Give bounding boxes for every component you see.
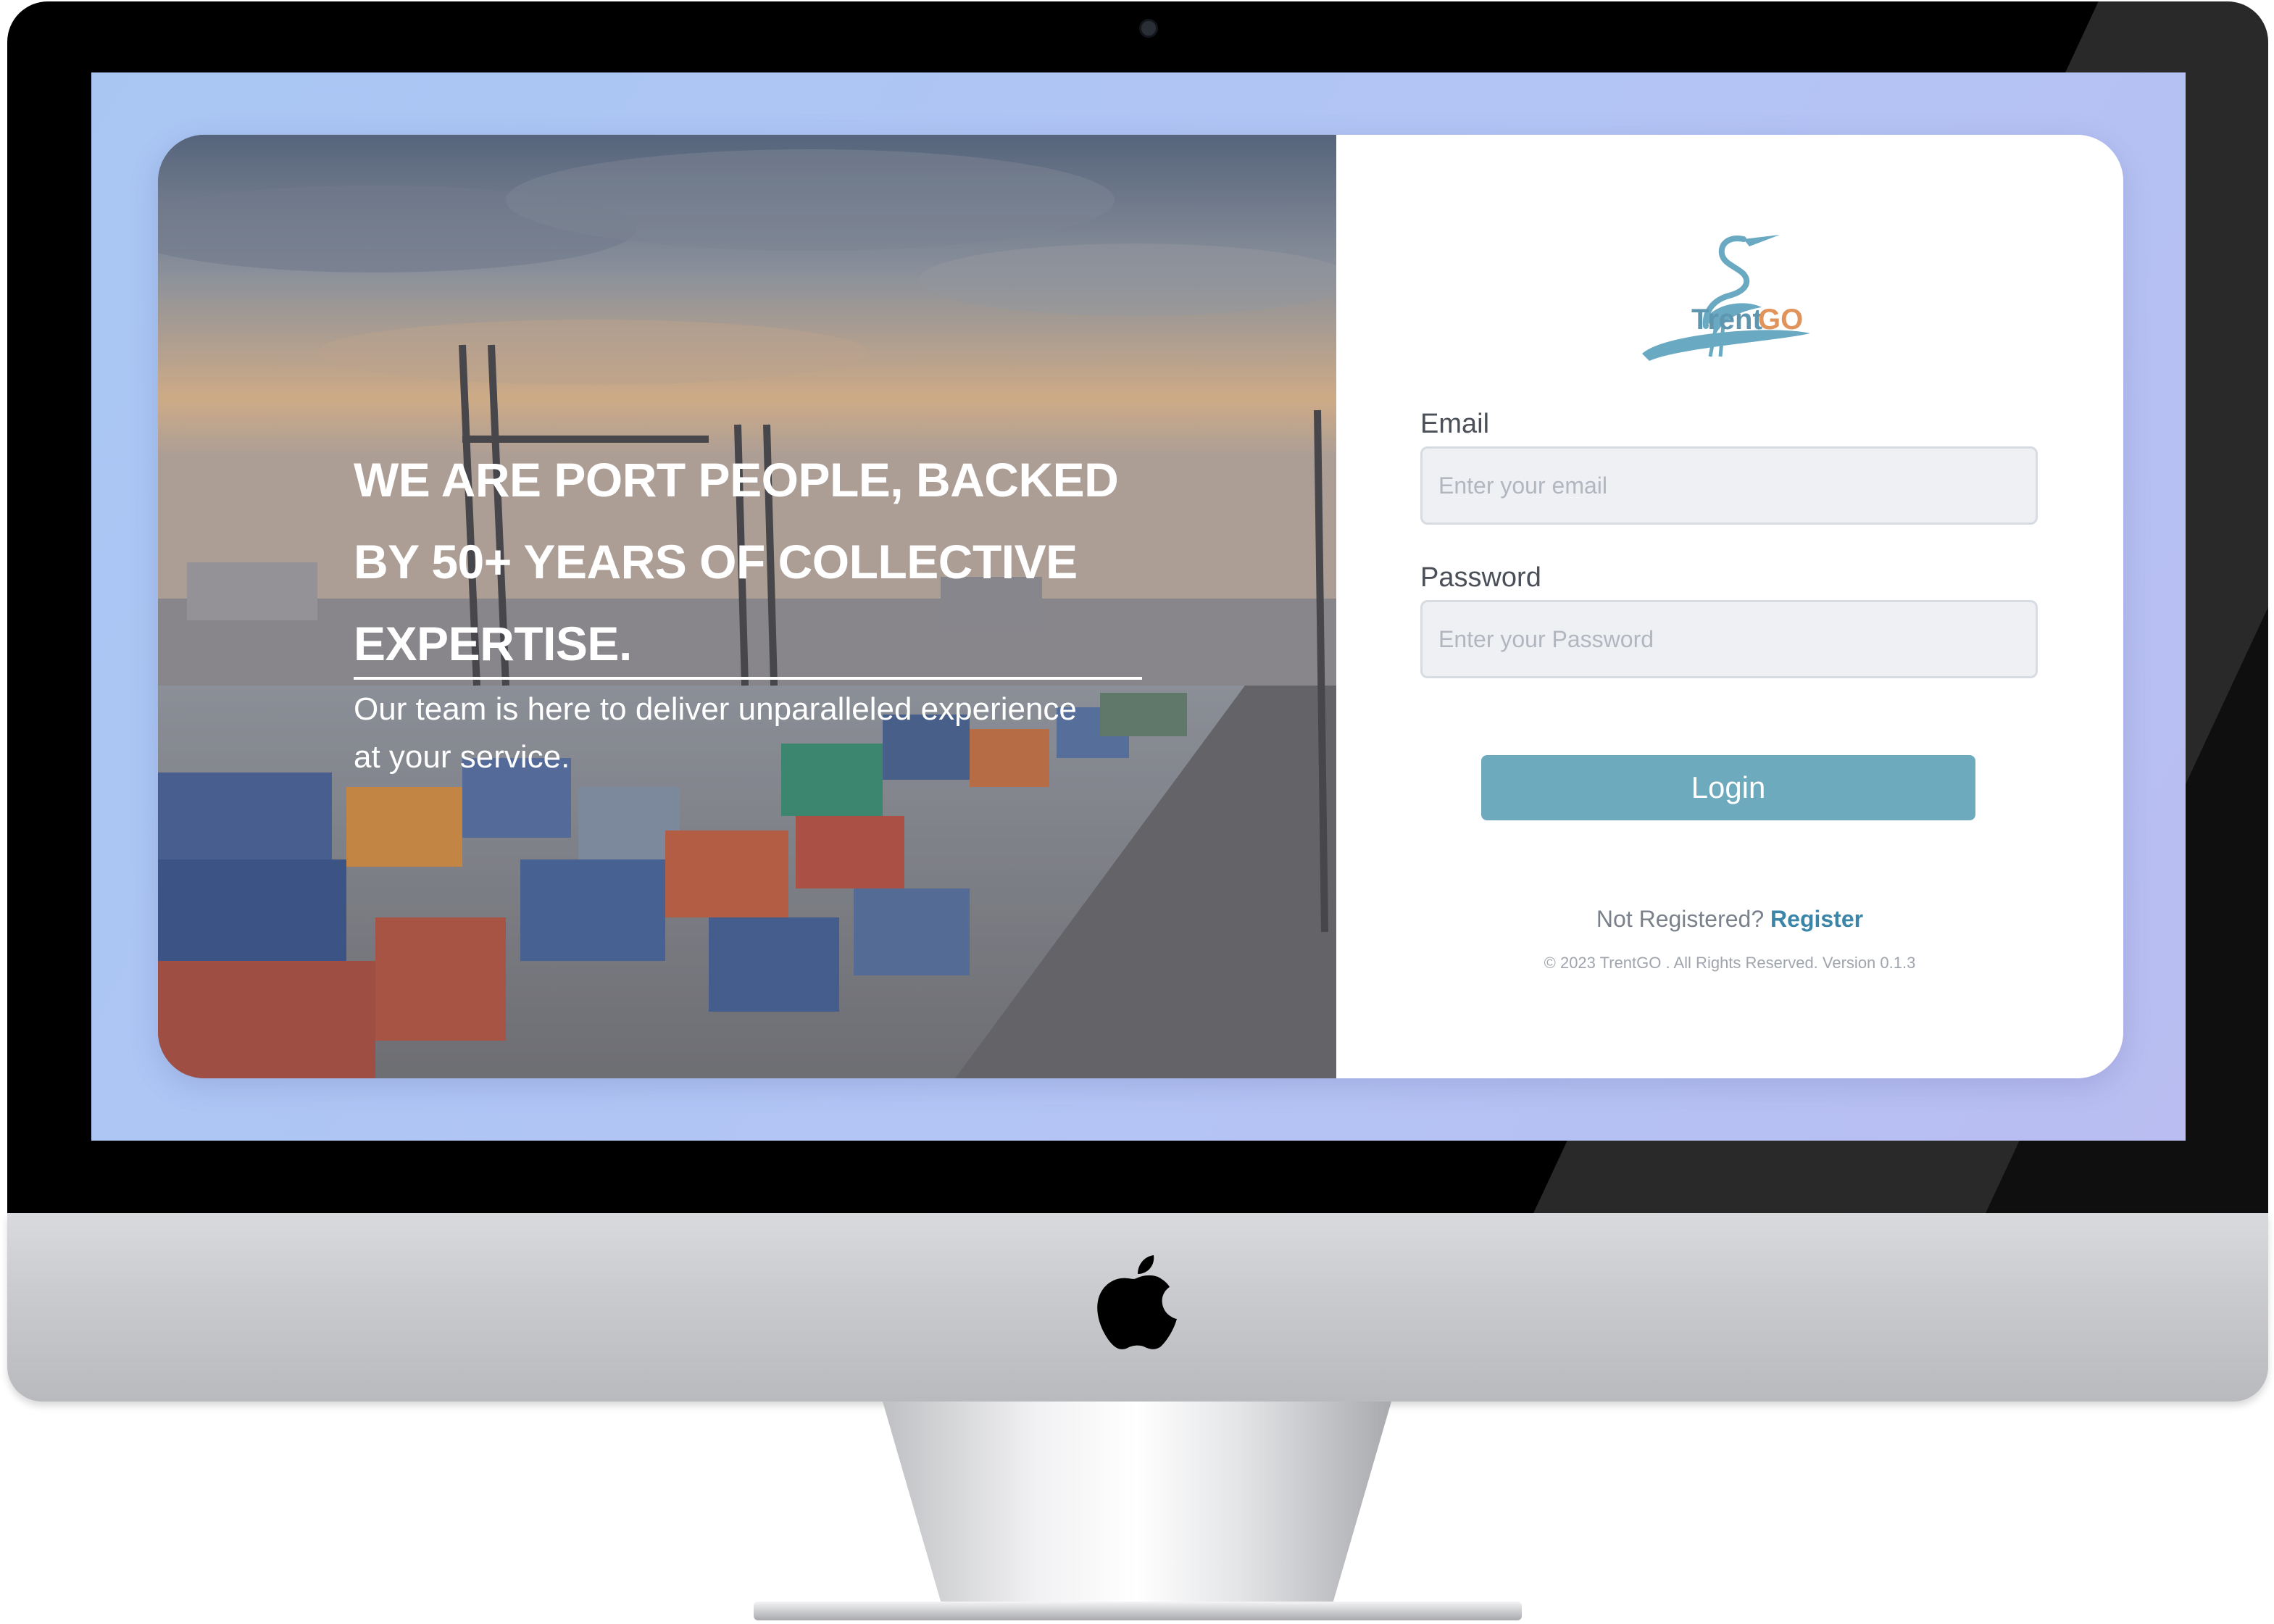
hero-subtext: Our team is here to deliver unparalleled…: [354, 691, 1077, 775]
password-label: Password: [1420, 562, 1541, 593]
not-registered-text: Not Registered?: [1596, 906, 1765, 932]
camera-icon: [1139, 19, 1158, 38]
email-label: Email: [1420, 409, 1490, 439]
logo-wordmark-go: GO: [1758, 304, 1803, 336]
monitor-stand-base: [754, 1602, 1522, 1620]
password-input[interactable]: [1420, 600, 2038, 678]
logo-wordmark-trent: Trent: [1691, 304, 1762, 336]
trentgo-logo: Trent GO: [1642, 235, 1810, 361]
login-panel: Trent GO Email Password Login Not Regist…: [1336, 135, 2123, 1078]
hero-panel: WE ARE PORT PEOPLE, BACKED BY 50+ YEARS …: [158, 135, 1336, 1078]
apple-logo-icon: [1097, 1255, 1177, 1349]
email-input[interactable]: [1420, 446, 2038, 525]
hero-divider: [354, 677, 1142, 680]
screen: WE ARE PORT PEOPLE, BACKED BY 50+ YEARS …: [91, 72, 2186, 1141]
monitor-stand: [883, 1402, 1391, 1612]
register-link[interactable]: Register: [1770, 906, 1863, 932]
register-prompt: Not Registered? Register: [1336, 906, 2123, 933]
footer-copyright: © 2023 TrentGO . All Rights Reserved. Ve…: [1544, 954, 1916, 972]
login-card: WE ARE PORT PEOPLE, BACKED BY 50+ YEARS …: [158, 135, 2123, 1078]
login-button[interactable]: Login: [1481, 755, 1975, 820]
heron-icon: [1642, 235, 1810, 361]
hero-headline: WE ARE PORT PEOPLE, BACKED BY 50+ YEARS …: [354, 453, 1119, 670]
